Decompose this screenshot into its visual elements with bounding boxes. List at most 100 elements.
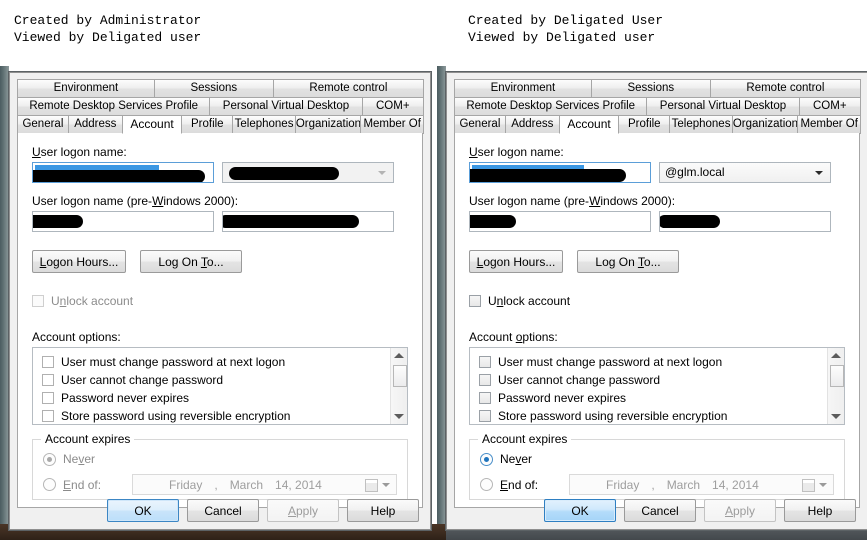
- pre2000-domain-input[interactable]: [32, 211, 214, 232]
- date-daynum-year: 14, 2014: [712, 477, 759, 492]
- tab-remote-control[interactable]: Remote control: [709, 79, 862, 98]
- tab-row-2-right: Remote Desktop Services Profile Personal…: [454, 97, 861, 116]
- option-checkbox[interactable]: [479, 392, 491, 404]
- end-of-radio-row[interactable]: End of: Friday , March 14, 2014: [43, 474, 397, 495]
- option-label: User cannot change password: [61, 373, 224, 387]
- calendar-icon: [365, 479, 378, 492]
- scroll-down-icon[interactable]: [831, 414, 841, 419]
- account-tab-page-left: User logon name: User logon name (pre-Wi…: [17, 133, 423, 508]
- tab-organization[interactable]: Organization: [294, 115, 362, 134]
- log-on-to-button[interactable]: Log On To...: [577, 250, 679, 273]
- unlock-account-checkbox[interactable]: [469, 295, 481, 307]
- ok-button[interactable]: OK: [107, 499, 179, 522]
- logon-hours-button[interactable]: Logon Hours...: [469, 250, 563, 273]
- user-logon-name-input[interactable]: [32, 162, 214, 183]
- user-logon-name-pre2000-label: User logon name (pre-Windows 2000):: [469, 194, 676, 208]
- option-checkbox[interactable]: [42, 410, 54, 422]
- cancel-button[interactable]: Cancel: [624, 499, 696, 522]
- dialog-footer-left: OK Cancel Apply Help: [10, 499, 430, 522]
- chevron-down-icon[interactable]: [819, 483, 827, 487]
- option-checkbox[interactable]: [479, 374, 491, 386]
- tab-com-plus[interactable]: COM+: [798, 97, 861, 116]
- never-radio-row[interactable]: Never: [43, 450, 397, 468]
- option-checkbox[interactable]: [479, 410, 491, 422]
- scrollbar-thumb[interactable]: [393, 365, 407, 387]
- tab-row-3-right: General Address Account Profile Telephon…: [454, 115, 861, 134]
- user-logon-name-input[interactable]: [469, 162, 651, 183]
- domain-suffix-combo[interactable]: [222, 162, 394, 183]
- tab-sessions[interactable]: Sessions: [153, 79, 274, 98]
- never-radio[interactable]: [480, 452, 493, 466]
- tab-rds-profile[interactable]: Remote Desktop Services Profile: [17, 97, 211, 116]
- tab-organization[interactable]: Organization: [731, 115, 799, 134]
- tab-address[interactable]: Address: [504, 115, 560, 134]
- option-row[interactable]: Store password using reversible encrypti…: [479, 407, 844, 424]
- tab-member-of[interactable]: Member Of: [360, 115, 424, 134]
- tab-personal-virtual-desktop[interactable]: Personal Virtual Desktop: [646, 97, 800, 116]
- end-of-radio-row[interactable]: End of: Friday , March 14, 2014: [480, 474, 834, 495]
- pre2000-name-input[interactable]: [222, 211, 394, 232]
- cancel-button[interactable]: Cancel: [187, 499, 259, 522]
- option-row[interactable]: User must change password at next logon: [42, 353, 407, 371]
- option-checkbox[interactable]: [42, 356, 54, 368]
- pre2000-domain-input[interactable]: [469, 211, 651, 232]
- pre2000-name-input[interactable]: [659, 211, 831, 232]
- caption-left: Created by Administrator Viewed by Delig…: [14, 13, 202, 45]
- redaction-bar: [223, 215, 359, 228]
- tab-remote-control[interactable]: Remote control: [272, 79, 425, 98]
- listbox-scrollbar[interactable]: [390, 348, 407, 424]
- tab-address[interactable]: Address: [67, 115, 123, 134]
- tab-personal-virtual-desktop[interactable]: Personal Virtual Desktop: [209, 97, 363, 116]
- listbox-scrollbar[interactable]: [827, 348, 844, 424]
- option-row[interactable]: User cannot change password: [42, 371, 407, 389]
- scroll-down-icon[interactable]: [394, 414, 404, 419]
- tab-profile[interactable]: Profile: [181, 115, 234, 134]
- account-options-listbox[interactable]: User must change password at next logon …: [469, 347, 845, 425]
- tab-rds-profile[interactable]: Remote Desktop Services Profile: [454, 97, 648, 116]
- end-of-radio[interactable]: [43, 478, 56, 491]
- account-options-listbox[interactable]: User must change password at next logon …: [32, 347, 408, 425]
- option-row[interactable]: Store password using reversible encrypti…: [42, 407, 407, 424]
- unlock-account-row[interactable]: Unlock account: [469, 292, 845, 310]
- scrollbar-thumb[interactable]: [830, 365, 844, 387]
- expiry-date-picker[interactable]: Friday , March 14, 2014: [569, 474, 834, 495]
- tab-com-plus[interactable]: COM+: [361, 97, 424, 116]
- account-expires-groupbox: Account expires Never End of: Friday , M…: [469, 432, 845, 500]
- option-checkbox[interactable]: [42, 374, 54, 386]
- ok-button[interactable]: OK: [544, 499, 616, 522]
- tab-member-of[interactable]: Member Of: [797, 115, 861, 134]
- option-row[interactable]: Password never expires: [479, 389, 844, 407]
- help-button[interactable]: Help: [347, 499, 419, 522]
- date-day: Friday: [169, 477, 203, 492]
- tab-telephones[interactable]: Telephones: [232, 115, 296, 134]
- domain-suffix-combo[interactable]: @glm.local: [659, 162, 831, 183]
- date-day: Friday: [606, 477, 640, 492]
- end-of-radio[interactable]: [480, 478, 493, 491]
- option-row[interactable]: User must change password at next logon: [479, 353, 844, 371]
- never-radio[interactable]: [43, 452, 56, 466]
- tab-telephones[interactable]: Telephones: [669, 115, 733, 134]
- tab-account[interactable]: Account: [121, 115, 183, 134]
- option-checkbox[interactable]: [479, 356, 491, 368]
- tab-general[interactable]: General: [17, 115, 69, 134]
- tab-profile[interactable]: Profile: [618, 115, 671, 134]
- tab-account[interactable]: Account: [558, 115, 620, 134]
- help-button[interactable]: Help: [784, 499, 856, 522]
- option-row[interactable]: User cannot change password: [479, 371, 844, 389]
- tab-environment[interactable]: Environment: [17, 79, 155, 98]
- chevron-down-icon[interactable]: [382, 483, 390, 487]
- scroll-up-icon[interactable]: [831, 353, 841, 358]
- scroll-up-icon[interactable]: [394, 353, 404, 358]
- unlock-account-checkbox[interactable]: [32, 295, 44, 307]
- option-checkbox[interactable]: [42, 392, 54, 404]
- log-on-to-button[interactable]: Log On To...: [140, 250, 242, 273]
- option-row[interactable]: Password never expires: [42, 389, 407, 407]
- unlock-account-row[interactable]: Unlock account: [32, 292, 408, 310]
- logon-buttons-row: Logon Hours... Log On To...: [469, 250, 845, 273]
- expiry-date-picker[interactable]: Friday , March 14, 2014: [132, 474, 397, 495]
- never-radio-row[interactable]: Never: [480, 450, 834, 468]
- tab-environment[interactable]: Environment: [454, 79, 592, 98]
- tab-general[interactable]: General: [454, 115, 506, 134]
- tab-sessions[interactable]: Sessions: [590, 79, 711, 98]
- logon-hours-button[interactable]: Logon Hours...: [32, 250, 126, 273]
